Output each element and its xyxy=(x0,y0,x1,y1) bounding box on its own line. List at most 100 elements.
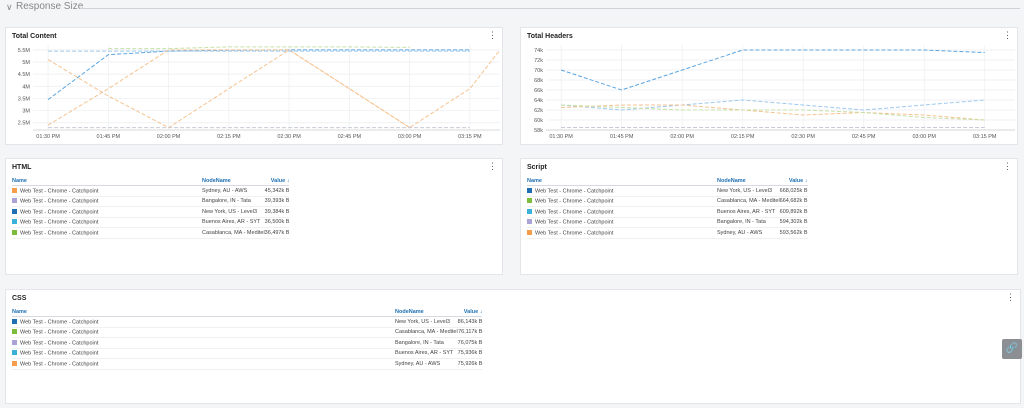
column-header-name[interactable]: Name xyxy=(12,177,202,186)
html-table: Name NodeName Value ↓ Web Test - Chrome … xyxy=(12,177,290,239)
x-tick-label: 02:15 PM xyxy=(731,134,755,140)
cell-node: Buenos Aires, AR - SYT xyxy=(717,206,780,218)
table-row[interactable]: Web Test - Chrome - Catchpoint New York, … xyxy=(12,206,290,218)
css-table: Name NodeName Value ↓ Web Test - Chrome … xyxy=(12,308,483,370)
row-name: Web Test - Chrome - Catchpoint xyxy=(20,350,99,357)
column-header-nodename[interactable]: NodeName xyxy=(717,177,780,186)
legend-swatch xyxy=(527,208,532,214)
table-row[interactable]: Web Test - Chrome - Catchpoint Bangalore,… xyxy=(527,217,808,228)
cell-value: 593,562k B xyxy=(779,227,808,239)
y-tick-label: 62k xyxy=(534,108,543,114)
cell-node: Sydney, AU - AWS xyxy=(717,227,780,239)
column-header-nodename[interactable]: NodeName xyxy=(202,177,265,186)
table-row[interactable]: Web Test - Chrome - Catchpoint Buenos Air… xyxy=(12,217,290,228)
y-tick-label: 4M xyxy=(22,84,30,90)
column-header-value[interactable]: Value ↓ xyxy=(264,177,290,186)
y-tick-label: 64k xyxy=(534,98,543,104)
table-row[interactable]: Web Test - Chrome - Catchpoint Sydney, AU… xyxy=(12,185,290,197)
cell-name: Web Test - Chrome - Catchpoint xyxy=(12,358,395,370)
chevron-down-icon[interactable]: ∨ xyxy=(6,2,13,13)
row-name: Web Test - Chrome - Catchpoint xyxy=(535,209,614,215)
row-name: Web Test - Chrome - Catchpoint xyxy=(535,230,614,236)
more-vert-icon[interactable]: ⋮ xyxy=(1003,162,1012,171)
cell-node: Bangalore, IN - Tata xyxy=(717,217,780,228)
cell-value: 86,143k B xyxy=(457,316,483,328)
table-row[interactable]: Web Test - Chrome - Catchpoint Sydney, AU… xyxy=(12,358,483,370)
cell-name: Web Test - Chrome - Catchpoint xyxy=(527,217,717,228)
x-tick-label: 02:45 PM xyxy=(338,134,362,140)
legend-swatch xyxy=(12,208,17,214)
row-name: Web Test - Chrome - Catchpoint xyxy=(20,329,99,336)
cell-value: 609,892k B xyxy=(779,206,808,218)
row-name: Web Test - Chrome - Catchpoint xyxy=(535,219,614,226)
table-row[interactable]: Web Test - Chrome - Catchpoint New York, … xyxy=(527,185,808,197)
cell-node: Buenos Aires, AR - SYT xyxy=(395,348,458,359)
cell-name: Web Test - Chrome - Catchpoint xyxy=(527,185,717,197)
cell-value: 75,936k B xyxy=(457,348,483,359)
table-row[interactable]: Web Test - Chrome - Catchpoint Casablanca… xyxy=(12,327,483,338)
row-name: Web Test - Chrome - Catchpoint xyxy=(20,340,99,346)
cell-value: 76,117k B xyxy=(457,327,483,338)
table-row[interactable]: Web Test - Chrome - Catchpoint Bangalore,… xyxy=(12,196,290,207)
more-vert-icon[interactable]: ⋮ xyxy=(488,162,497,171)
legend-swatch xyxy=(12,229,17,235)
cell-node: New York, US - Level3 xyxy=(717,185,780,197)
x-tick-label: 03:00 PM xyxy=(398,134,422,140)
y-tick-label: 3M xyxy=(22,109,30,115)
row-name: Web Test - Chrome - Catchpoint xyxy=(535,198,614,205)
x-tick-label: 02:30 PM xyxy=(277,134,301,140)
cell-name: Web Test - Chrome - Catchpoint xyxy=(12,227,202,239)
script-table: Name NodeName Value ↓ Web Test - Chrome … xyxy=(527,177,808,239)
panel-html: HTML ⋮ Name NodeName Value ↓ Web Test - … xyxy=(5,158,503,275)
legend-swatch xyxy=(12,350,17,355)
link-icon[interactable]: 🔗 xyxy=(1002,339,1022,359)
legend-swatch xyxy=(12,198,17,203)
cell-name: Web Test - Chrome - Catchpoint xyxy=(527,206,717,218)
x-tick-label: 01:45 PM xyxy=(610,134,634,140)
cell-name: Web Test - Chrome - Catchpoint xyxy=(12,337,395,349)
x-tick-label: 03:00 PM xyxy=(912,134,936,140)
column-header-value[interactable]: Value ↓ xyxy=(457,308,483,317)
y-tick-label: 66k xyxy=(534,88,543,94)
cell-name: Web Test - Chrome - Catchpoint xyxy=(12,206,202,218)
cell-name: Web Test - Chrome - Catchpoint xyxy=(527,227,717,239)
cell-node: Casablanca, MA - Meditel xyxy=(717,196,780,207)
panel-title: Script xyxy=(527,164,547,171)
panel-total-content: Total Content ⋮ 5.5M 5M 4.5M 4M 3.5M 3M 2.5M 01… xyxy=(5,27,503,145)
column-header-name[interactable]: Name xyxy=(527,177,717,186)
column-header-name[interactable]: Name xyxy=(12,308,395,317)
y-tick-label: 58k xyxy=(534,128,543,134)
legend-swatch xyxy=(527,187,532,193)
table-row[interactable]: Web Test - Chrome - Catchpoint Sydney, AU… xyxy=(527,227,808,239)
section-header[interactable]: ∨ Response Size xyxy=(0,0,1024,16)
cell-node: Sydney, AU - AWS xyxy=(202,185,265,197)
legend-swatch xyxy=(12,339,17,345)
panel-title: CSS xyxy=(12,295,27,302)
y-tick-label: 4.5M xyxy=(18,72,31,78)
cell-value: 668,025k B xyxy=(779,185,808,197)
row-name: Web Test - Chrome - Catchpoint xyxy=(20,188,99,194)
table-row[interactable]: Web Test - Chrome - Catchpoint Casablanca… xyxy=(527,196,808,207)
cell-name: Web Test - Chrome - Catchpoint xyxy=(527,196,717,207)
cell-name: Web Test - Chrome - Catchpoint xyxy=(12,316,395,328)
x-tick-label: 02:30 PM xyxy=(791,134,815,140)
legend-swatch xyxy=(12,187,17,193)
more-vert-icon[interactable]: ⋮ xyxy=(1006,293,1015,302)
table-row[interactable]: Web Test - Chrome - Catchpoint Casablanca… xyxy=(12,227,290,239)
table-row[interactable]: Web Test - Chrome - Catchpoint Buenos Air… xyxy=(12,348,483,359)
cell-value: 76,075k B xyxy=(457,337,483,349)
column-header-nodename[interactable]: NodeName xyxy=(395,308,458,317)
row-name: Web Test - Chrome - Catchpoint xyxy=(20,219,99,226)
table-row[interactable]: Web Test - Chrome - Catchpoint Bangalore,… xyxy=(12,337,483,349)
y-tick-label: 74k xyxy=(534,48,543,54)
row-name: Web Test - Chrome - Catchpoint xyxy=(20,209,99,215)
x-tick-label: 03:15 PM xyxy=(973,134,997,140)
cell-value: 664,682k B xyxy=(779,196,808,207)
column-header-value[interactable]: Value ↓ xyxy=(779,177,808,186)
table-row[interactable]: Web Test - Chrome - Catchpoint New York, … xyxy=(12,316,483,328)
table-row[interactable]: Web Test - Chrome - Catchpoint Buenos Air… xyxy=(527,206,808,218)
cell-value: 39,384k B xyxy=(264,206,290,218)
y-tick-label: 68k xyxy=(534,78,543,84)
x-tick-label: 03:15 PM xyxy=(458,134,482,140)
series-line xyxy=(108,46,410,50)
